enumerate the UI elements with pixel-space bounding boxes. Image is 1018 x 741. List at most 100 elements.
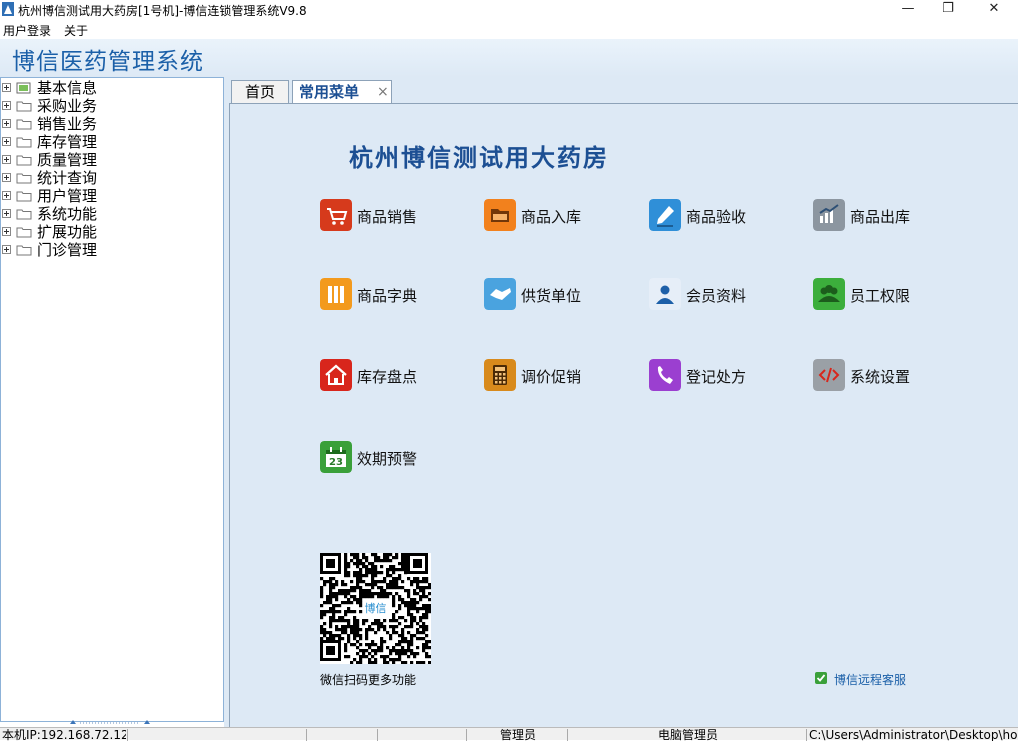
- tree-item[interactable]: 门诊管理: [2, 241, 202, 259]
- tree-item-label: 门诊管理: [37, 241, 97, 259]
- code-icon: [813, 359, 845, 391]
- maximize-button[interactable]: ❐: [928, 0, 968, 19]
- member-icon: [649, 278, 681, 310]
- expand-icon[interactable]: [2, 227, 11, 236]
- expand-icon[interactable]: [2, 209, 11, 218]
- folder-icon: [16, 82, 32, 94]
- group-icon: [813, 278, 845, 310]
- menu-about[interactable]: 关于: [64, 22, 88, 39]
- expand-icon[interactable]: [2, 83, 11, 92]
- qr-caption: 微信扫码更多功能: [320, 671, 438, 688]
- tree-item[interactable]: 库存管理: [2, 133, 202, 151]
- expand-icon[interactable]: [2, 155, 11, 164]
- folder-icon: [484, 199, 516, 231]
- maximize-icon: ❐: [942, 1, 954, 16]
- function-button-label: 商品出库: [850, 206, 910, 227]
- function-button-label: 库存盘点: [357, 366, 417, 387]
- qr-code: 博信: [320, 553, 431, 664]
- expand-icon[interactable]: [2, 245, 11, 254]
- banner-title: 博信医药管理系统: [12, 42, 204, 76]
- folder-icon: [16, 136, 32, 148]
- tab-common-menu[interactable]: 常用菜单 ×: [292, 80, 392, 104]
- function-button[interactable]: 系统设置: [813, 359, 953, 393]
- function-button-label: 供货单位: [521, 285, 581, 306]
- status-cell-blank-2: [306, 729, 377, 741]
- tab-common-menu-label: 常用菜单: [299, 83, 359, 101]
- function-button[interactable]: 供货单位: [484, 278, 624, 312]
- folder-icon: [16, 172, 32, 184]
- function-button[interactable]: 商品字典: [320, 278, 460, 312]
- function-button[interactable]: 商品出库: [813, 199, 953, 233]
- folder-icon: [16, 208, 32, 220]
- tree-item[interactable]: 用户管理: [2, 187, 202, 205]
- expand-icon[interactable]: [2, 191, 11, 200]
- tree-item-label: 基本信息: [37, 79, 97, 97]
- check-icon: [815, 672, 827, 684]
- function-button-label: 登记处方: [686, 366, 746, 387]
- tree-item-label: 库存管理: [37, 133, 97, 151]
- calendar-day: 23: [329, 457, 343, 468]
- function-button-label: 员工权限: [850, 285, 910, 306]
- tree-item[interactable]: 销售业务: [2, 115, 202, 133]
- folder-icon: [16, 100, 32, 112]
- tree-item-label: 用户管理: [37, 187, 97, 205]
- function-button[interactable]: 员工权限: [813, 278, 953, 312]
- window-title: 杭州博信测试用大药房[1号机]-博信连锁管理系统V9.8: [18, 2, 307, 19]
- menu-user-login[interactable]: 用户登录: [3, 22, 51, 39]
- function-button[interactable]: 登记处方: [649, 359, 789, 393]
- phone-icon: [649, 359, 681, 391]
- function-button[interactable]: 商品销售: [320, 199, 460, 233]
- tree-item[interactable]: 质量管理: [2, 151, 202, 169]
- splitter-grip-icon[interactable]: [70, 719, 150, 725]
- expand-icon[interactable]: [2, 101, 11, 110]
- tree-item[interactable]: 系统功能: [2, 205, 202, 223]
- calculator-icon: [484, 359, 516, 391]
- close-window-button[interactable]: ✕: [974, 0, 1014, 19]
- status-role: 管理员: [466, 729, 567, 741]
- tree-item[interactable]: 采购业务: [2, 97, 202, 115]
- status-ip: 本机IP:192.168.72.129: [0, 729, 126, 741]
- folder-icon: [16, 118, 32, 130]
- minimize-icon: —: [902, 1, 915, 16]
- tab-home[interactable]: 首页: [231, 80, 289, 103]
- minimize-button[interactable]: —: [888, 0, 928, 19]
- function-button-label: 系统设置: [850, 366, 910, 387]
- function-button[interactable]: 会员资料: [649, 278, 789, 312]
- function-button-label: 商品验收: [686, 206, 746, 227]
- store-title: 杭州博信测试用大药房: [229, 138, 729, 173]
- function-button-label: 效期预警: [357, 448, 417, 469]
- status-user: 电脑管理员: [567, 729, 806, 741]
- folder-icon: [16, 226, 32, 238]
- menu-bar: [0, 19, 1018, 39]
- function-button[interactable]: 库存盘点: [320, 359, 460, 393]
- tab-close-icon[interactable]: ×: [377, 81, 389, 104]
- function-button-label: 会员资料: [686, 285, 746, 306]
- function-button[interactable]: 调价促销: [484, 359, 624, 393]
- handshake-icon: [484, 278, 516, 310]
- expand-icon[interactable]: [2, 137, 11, 146]
- tree-item[interactable]: 扩展功能: [2, 223, 202, 241]
- books-icon: [320, 278, 352, 310]
- status-cell-blank-1: [127, 729, 306, 741]
- trend-chart-icon: [813, 199, 845, 231]
- home-icon: [320, 359, 352, 391]
- function-button[interactable]: 23 效期预警: [320, 441, 460, 475]
- shopping-cart-icon: [320, 199, 352, 231]
- status-cell-blank-3: [377, 729, 466, 741]
- function-button[interactable]: 商品入库: [484, 199, 624, 233]
- tree-item-label: 系统功能: [37, 205, 97, 223]
- function-button-label: 商品字典: [357, 285, 417, 306]
- folder-icon: [16, 154, 32, 166]
- status-path: C:\Users\Administrator\Desktop\ho: [806, 729, 1018, 741]
- function-button-label: 商品入库: [521, 206, 581, 227]
- app-logo-icon: [2, 2, 14, 16]
- tab-home-label: 首页: [245, 83, 275, 101]
- tree-item-label: 统计查询: [37, 169, 97, 187]
- remote-service-label: 博信远程客服: [834, 671, 906, 688]
- expand-icon[interactable]: [2, 119, 11, 128]
- function-button[interactable]: 商品验收: [649, 199, 789, 233]
- qr-center-text: 博信: [365, 602, 387, 615]
- expand-icon[interactable]: [2, 173, 11, 182]
- tree-item[interactable]: 基本信息: [2, 79, 202, 97]
- tree-item[interactable]: 统计查询: [2, 169, 202, 187]
